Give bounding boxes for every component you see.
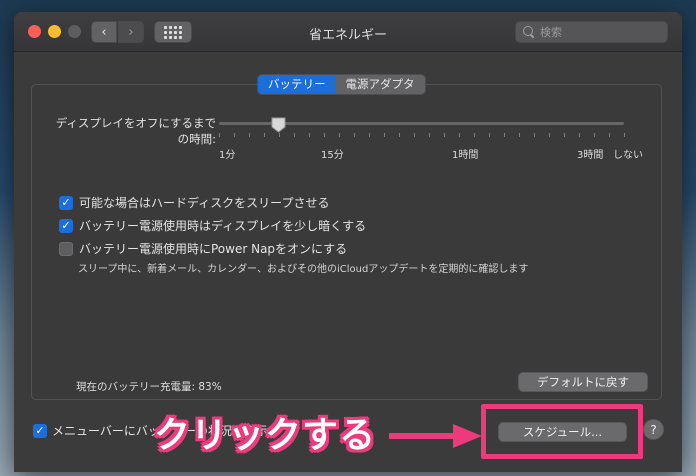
- slider-tick: [399, 133, 400, 137]
- slider-tick: [609, 133, 610, 137]
- tick-label-never: しない: [613, 150, 643, 161]
- title-bar: ‹ › 省エネルギー 検索: [14, 12, 682, 52]
- slider-tick: [414, 133, 415, 137]
- slider-tick: [474, 133, 475, 137]
- slider-tick: [534, 133, 535, 137]
- slider-tick: [324, 133, 325, 137]
- tick-label-3hours: 3時間: [577, 150, 604, 161]
- search-icon: [523, 26, 535, 38]
- slider-tick: [594, 133, 595, 137]
- slider-tick: [264, 133, 265, 137]
- display-sleep-label: ディスプレイをオフにするまで の時間:: [55, 116, 216, 146]
- slider-tick: [339, 133, 340, 137]
- slider-tick: [294, 133, 295, 137]
- tick-label-1hour: 1時間: [452, 150, 479, 161]
- hard-disk-sleep-option[interactable]: ✓ 可能な場合はハードディスクをスリープさせる: [59, 194, 329, 211]
- battery-charge-status: 現在のバッテリー充電量: 83%: [76, 381, 222, 393]
- slider-tick: [219, 133, 220, 137]
- display-sleep-slider-knob[interactable]: [271, 117, 286, 133]
- slider-tick: [309, 133, 310, 137]
- annotation-arrow-icon: [389, 424, 482, 448]
- slider-tick: [429, 133, 430, 137]
- power-nap-description: スリープ中に、新着メール、カレンダー、およびその他のiCloudアップデートを定…: [78, 264, 529, 275]
- slider-tick: [249, 133, 250, 137]
- checkbox-checked[interactable]: ✓: [59, 195, 73, 210]
- energy-saver-window: ‹ › 省エネルギー 検索 バッテリー 電源アダプタ ディスプレイをオフにするま…: [14, 12, 682, 472]
- click-annotation-label: クリックする: [154, 415, 377, 456]
- tab-bar: バッテリー 電源アダプタ: [257, 74, 426, 95]
- slider-tick: [579, 133, 580, 137]
- help-button[interactable]: ?: [643, 419, 664, 440]
- search-input[interactable]: 検索: [515, 21, 668, 43]
- slider-tick: [234, 133, 235, 137]
- slider-tick: [624, 133, 625, 137]
- search-placeholder: 検索: [540, 26, 562, 39]
- dim-display-option[interactable]: ✓ バッテリー電源使用時はディスプレイを少し暗くする: [59, 217, 366, 234]
- tick-label-1min: 1分: [219, 150, 236, 161]
- slider-tick: [519, 133, 520, 137]
- slider-tick: [384, 133, 385, 137]
- slider-tick: [279, 133, 280, 137]
- slider-tick: [444, 133, 445, 137]
- slider-tick: [354, 133, 355, 137]
- slider-tick: [489, 133, 490, 137]
- checkbox-unchecked[interactable]: [59, 241, 73, 256]
- slider-tick: [564, 133, 565, 137]
- checkbox-checked[interactable]: ✓: [59, 218, 73, 233]
- checkbox-checked[interactable]: ✓: [33, 423, 47, 438]
- power-nap-option[interactable]: バッテリー電源使用時にPower Napをオンにする: [59, 240, 347, 257]
- restore-defaults-button[interactable]: デフォルトに戻す: [518, 372, 648, 392]
- slider-tick: [549, 133, 550, 137]
- tick-label-15min: 15分: [321, 150, 344, 161]
- slider-tick: [459, 133, 460, 137]
- tab-power-adapter[interactable]: 電源アダプタ: [335, 75, 425, 94]
- slider-tick: [369, 133, 370, 137]
- tab-battery[interactable]: バッテリー: [258, 75, 336, 94]
- slider-tick: [504, 133, 505, 137]
- slider-ticks: [219, 133, 629, 138]
- highlight-frame: [481, 404, 643, 459]
